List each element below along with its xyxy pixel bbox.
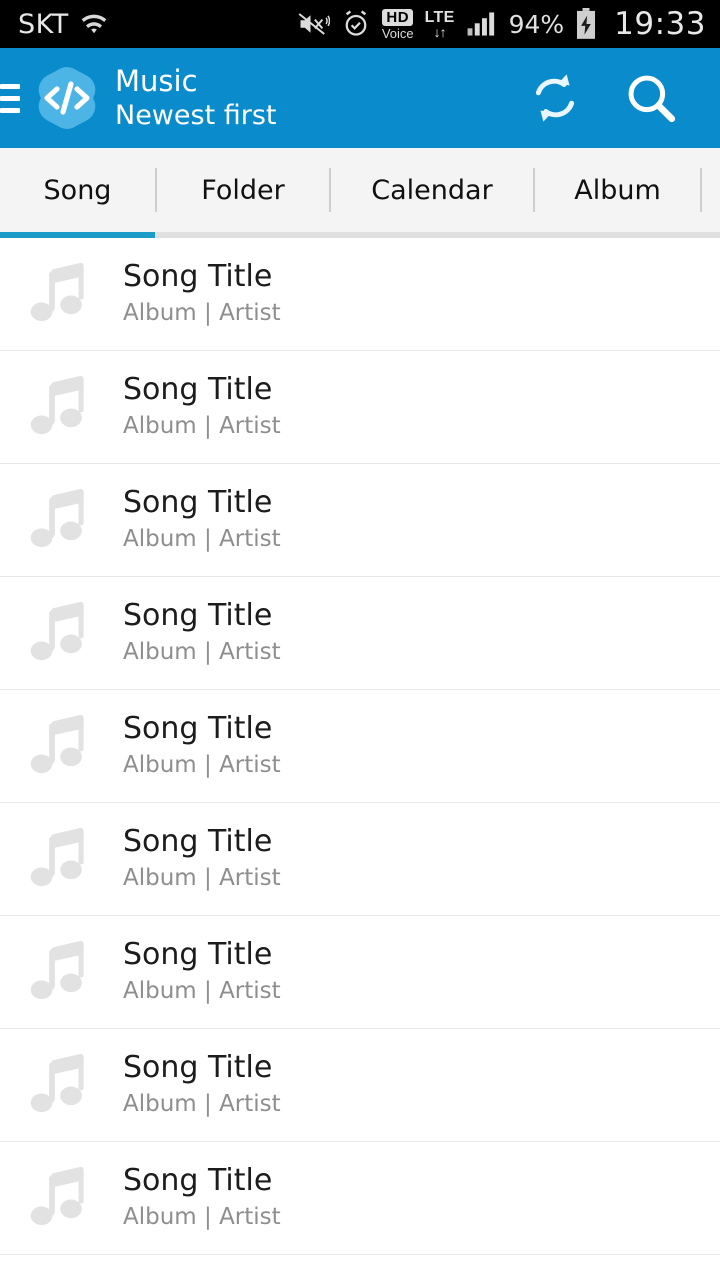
song-meta: Album | Artist [123,300,281,327]
song-list-item[interactable]: Song Title Album | Artist [0,351,720,464]
song-meta: Album | Artist [123,639,281,666]
song-list: Song Title Album | Artist Song Title Album … [0,238,720,1255]
song-list-item[interactable]: Song Title Album | Artist [0,803,720,916]
music-note-icon [28,1050,102,1120]
app-bar: Music Newest first [0,48,720,180]
song-meta: Album | Artist [123,526,281,553]
song-list-item-text: Song Title Album | Artist [123,258,281,328]
tab-folder[interactable]: Folder [157,148,329,232]
song-list-item[interactable]: Song Title Album | Artist [0,1029,720,1142]
battery-percent-label: 94% [508,9,565,39]
song-title: Song Title [123,710,273,746]
song-list-item[interactable]: Song Title Album | Artist [0,1142,720,1255]
song-list-item-text: Song Title Album | Artist [123,1162,281,1232]
song-title: Song Title [123,1049,273,1085]
song-meta: Album | Artist [123,752,281,779]
wifi-icon [79,11,109,37]
song-meta: Album | Artist [123,1091,281,1118]
song-meta: Album | Artist [123,1204,281,1231]
search-icon[interactable] [624,71,678,125]
music-note-icon [28,485,102,555]
refresh-sync-icon[interactable] [528,71,582,125]
battery-charging-icon [575,8,597,40]
tab-song[interactable]: Song [0,148,155,232]
status-bar-left: SKT [18,9,109,40]
music-note-icon [28,598,102,668]
tab-list: Song Folder Calendar Album [0,148,720,232]
clock-label: 19:33 [614,6,706,42]
song-list-item-text: Song Title Album | Artist [123,936,281,1006]
cellular-signal-icon [466,11,498,37]
song-title: Song Title [123,936,273,972]
music-note-icon [28,711,102,781]
music-note-icon [28,372,102,442]
hamburger-line [0,107,20,113]
hd-label: HD [382,8,414,26]
mute-vibrate-icon [296,9,330,39]
tab-label: Calendar [371,174,493,206]
hamburger-menu-icon[interactable] [0,83,20,113]
song-list-item-text: Song Title Album | Artist [123,710,281,780]
tab-label: Song [43,174,112,206]
lte-data-arrows-icon: LTE ↓↑ [425,9,455,40]
voice-label: Voice [381,25,414,41]
data-arrows: ↓↑ [433,23,447,40]
song-title: Song Title [123,597,273,633]
song-title: Song Title [123,823,273,859]
song-title: Song Title [123,484,273,520]
song-list-item[interactable]: Song Title Album | Artist [0,577,720,690]
song-list-item-text: Song Title Album | Artist [123,823,281,893]
tab-label: Album [574,174,661,206]
music-note-icon [28,937,102,1007]
song-meta: Album | Artist [123,865,281,892]
music-note-icon [28,824,102,894]
sort-order-label: Newest first [115,100,277,132]
tab-divider [700,168,702,212]
app-bar-titles[interactable]: Music Newest first [115,63,277,132]
music-note-icon [28,259,102,329]
status-bar-right: HD Voice LTE ↓↑ 94% 19:33 [296,6,706,42]
tab-label: Folder [201,174,285,206]
song-list-item-text: Song Title Album | Artist [123,371,281,441]
status-bar: SKT HD Voice LTE ↓↑ 94% 19:33 [0,0,720,48]
page-title: Music [115,63,198,98]
song-list-item-text: Song Title Album | Artist [123,484,281,554]
song-list-item[interactable]: Song Title Album | Artist [0,690,720,803]
song-meta: Album | Artist [123,978,281,1005]
song-title: Song Title [123,1162,273,1198]
carrier-label: SKT [18,8,69,40]
alarm-clock-icon [341,9,371,39]
song-meta: Album | Artist [123,413,281,440]
tab-calendar[interactable]: Calendar [331,148,533,232]
song-list-item[interactable]: Song Title Album | Artist [0,464,720,577]
song-list-item-text: Song Title Album | Artist [123,597,281,667]
song-list-item[interactable]: Song Title Album | Artist [0,238,720,351]
song-title: Song Title [123,371,273,407]
hamburger-line [0,83,20,89]
hamburger-line [0,95,20,101]
song-title: Song Title [123,258,273,294]
tab-album[interactable]: Album [535,148,700,232]
code-brackets-logo-icon [34,67,100,129]
music-note-icon [28,1163,102,1233]
hd-voice-icon: HD Voice [381,8,414,41]
app-bar-actions [528,71,720,125]
tab-bar: Song Folder Calendar Album [0,148,720,238]
song-list-item[interactable]: Song Title Album | Artist [0,916,720,1029]
song-list-item-text: Song Title Album | Artist [123,1049,281,1119]
